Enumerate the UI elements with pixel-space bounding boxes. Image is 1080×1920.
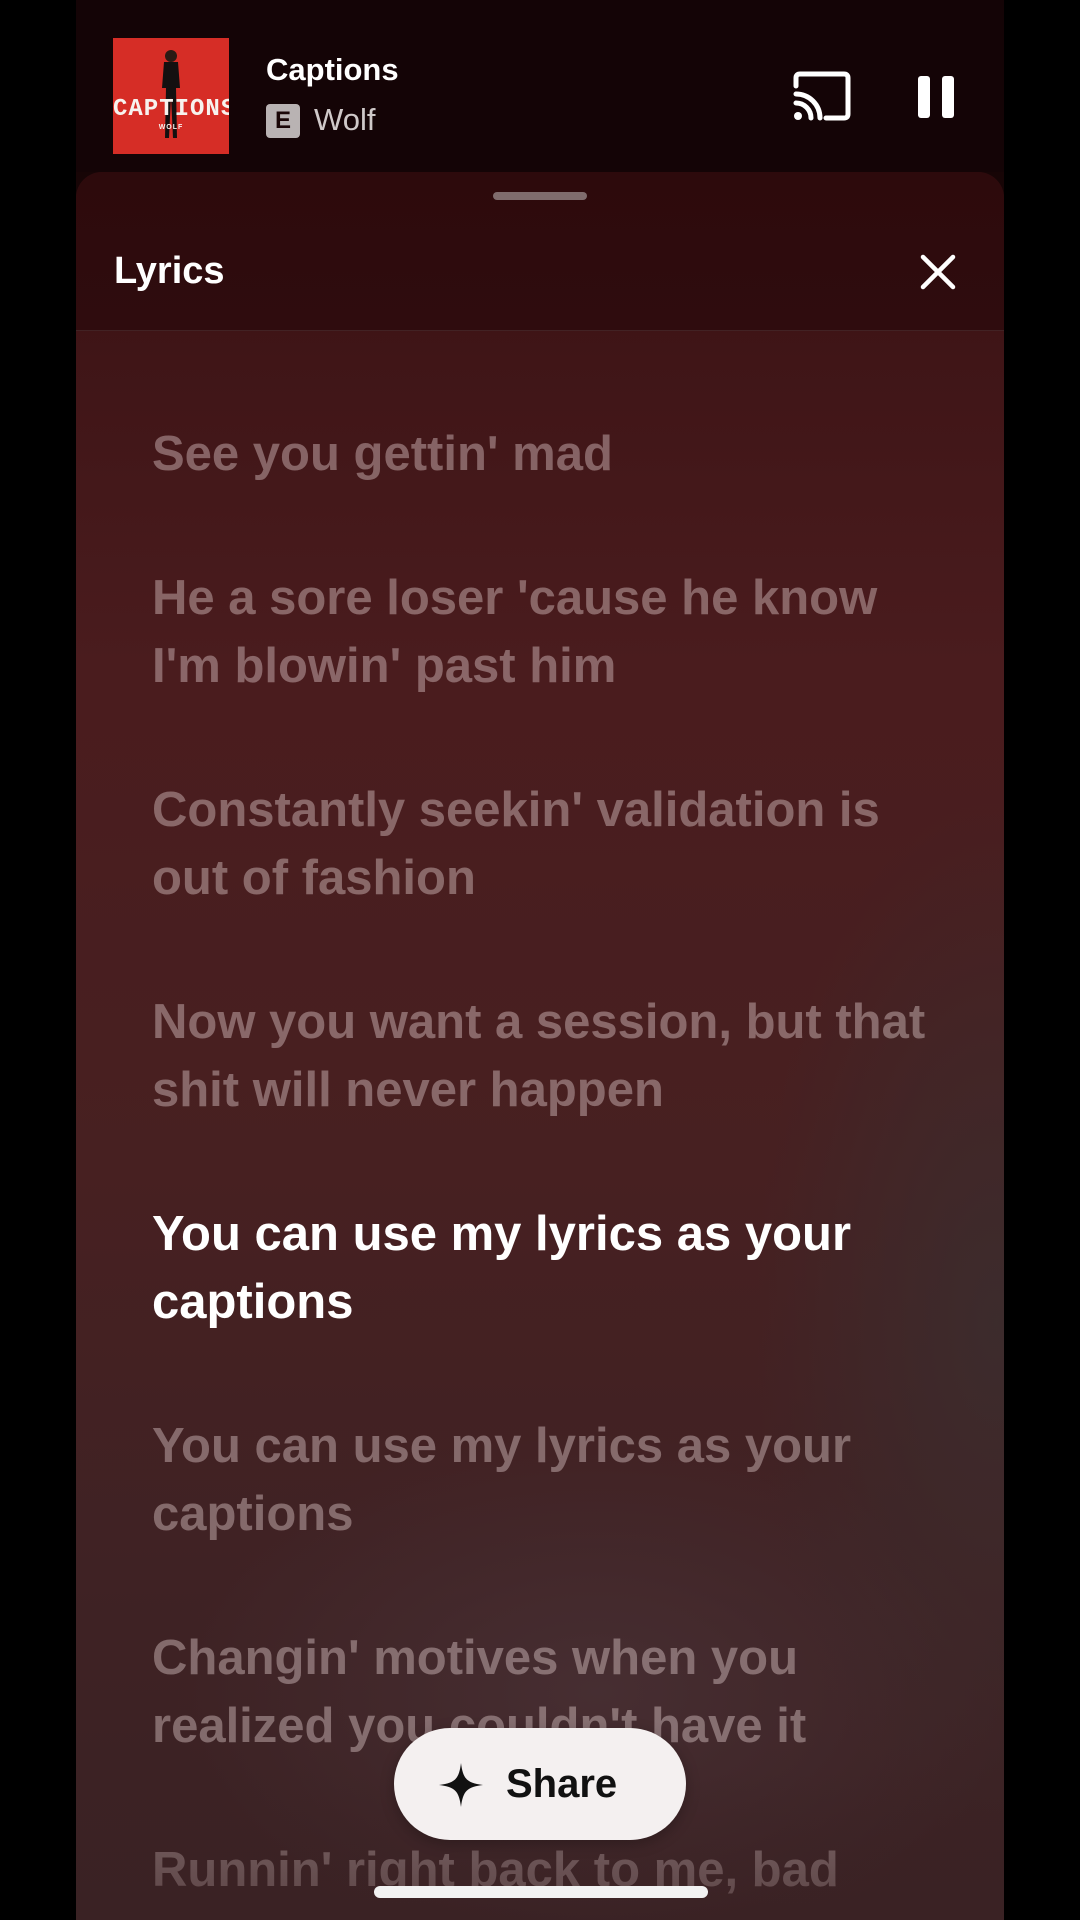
track-title[interactable]: Captions: [266, 50, 399, 90]
explicit-badge: E: [266, 104, 300, 138]
pause-button[interactable]: [916, 74, 956, 120]
share-label: Share: [506, 1762, 618, 1806]
music-app: CAPTIONS WOLF Captions E Wolf Lyrics See…: [76, 0, 1004, 1920]
lyric-line-active[interactable]: You can use my lyrics as your captions: [152, 1200, 952, 1336]
lyric-line[interactable]: Constantly seekin' validation is out of …: [152, 776, 952, 912]
album-art-title: CAPTIONS: [113, 96, 229, 123]
phone-screen: CAPTIONS WOLF Captions E Wolf Lyrics See…: [0, 0, 1080, 1920]
drag-handle[interactable]: [493, 192, 587, 200]
lyric-line[interactable]: You can use my lyrics as your captions: [152, 1412, 952, 1548]
cast-button[interactable]: [792, 70, 852, 122]
share-button[interactable]: Share: [394, 1728, 686, 1840]
lyrics-header: Lyrics: [76, 172, 1004, 331]
lyrics-list[interactable]: See you gettin' mad He a sore loser 'cau…: [152, 420, 952, 1920]
lyric-line[interactable]: He a sore loser 'cause he know I'm blowi…: [152, 564, 952, 700]
cast-icon: [793, 71, 851, 121]
mini-player[interactable]: CAPTIONS WOLF Captions E Wolf: [76, 0, 1004, 172]
track-artist[interactable]: Wolf: [314, 100, 375, 140]
pause-icon: [918, 76, 954, 118]
close-icon: [920, 254, 956, 290]
sheet-title: Lyrics: [114, 250, 225, 292]
sparkle-icon: [439, 1763, 483, 1807]
album-art[interactable]: CAPTIONS WOLF: [113, 38, 229, 154]
album-art-subtitle: WOLF: [158, 124, 184, 131]
lyric-line[interactable]: See you gettin' mad: [152, 420, 952, 488]
close-button[interactable]: [918, 252, 958, 292]
home-indicator[interactable]: [374, 1886, 708, 1898]
lyric-line[interactable]: Now you want a session, but that shit wi…: [152, 988, 952, 1124]
lyrics-sheet: Lyrics See you gettin' mad He a sore los…: [76, 172, 1004, 1920]
